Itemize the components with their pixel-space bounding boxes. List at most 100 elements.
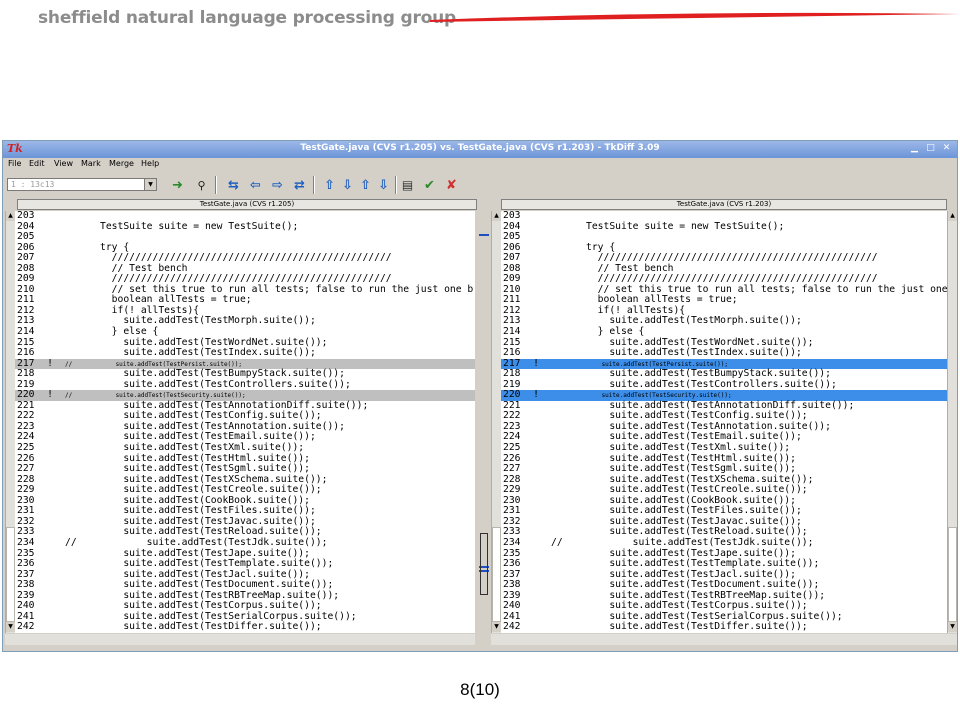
chevron-down-icon[interactable]: ▼	[144, 179, 156, 190]
code-text: suite.addTest(TestEmail.suite());	[551, 431, 802, 443]
code-text: suite.addTest(TestFiles.suite());	[551, 505, 802, 517]
right-code: 203 204 TestSuite suite = new TestSuite()…	[501, 211, 947, 633]
code-text: ////////////////////////////////////////…	[551, 252, 878, 264]
code-text: suite.addTest(TestHtml.suite());	[65, 452, 310, 464]
code-text: suite.addTest(TestDocument.suite());	[551, 579, 820, 591]
last-diff-icon[interactable]: ⇄	[291, 177, 308, 194]
maximize-icon[interactable]: □	[923, 142, 938, 155]
toolbar-separator	[313, 176, 315, 194]
accept-icon[interactable]: ✔	[421, 177, 438, 194]
scroll-thumb[interactable]	[6, 527, 15, 622]
toolbar: 1 : 13c13 ▼ ➜ ⚲ ⇆ ⇦ ⇨ ⇄ ⇧ ⇩ ⇧ ⇩ ▤ ✔ ✘	[3, 173, 957, 197]
left-code: 203 204 TestSuite suite = new TestSuite()…	[15, 211, 475, 633]
scroll-down-icon[interactable]: ▼	[948, 622, 957, 632]
scroll-up-icon[interactable]: ▲	[948, 211, 957, 221]
code-text: suite.addTest(TestTemplate.suite());	[551, 558, 820, 570]
code-line: 219 suite.addTest(TestControllers.suite(…	[501, 378, 947, 391]
code-text: } else {	[551, 326, 645, 338]
code-text: suite.addTest(TestControllers.suite());	[551, 378, 837, 390]
left-diff-pane[interactable]: 203 204 TestSuite suite = new TestSuite()…	[15, 211, 475, 633]
code-text: // set this true to run all tests; false…	[65, 283, 474, 295]
code-text: // suite.addTest(TestSecurity.suite());	[65, 392, 246, 400]
code-line: 242 suite.addTest(TestDiffer.suite());	[15, 622, 475, 633]
code-text: ////////////////////////////////////////…	[65, 273, 392, 285]
code-text: suite.addTest(TestSerialCorpus.suite());	[551, 610, 843, 622]
line-number: 225	[503, 442, 521, 454]
title-bar[interactable]: Tk TestGate.java (CVS r1.205) vs. TestGa…	[3, 141, 957, 158]
code-text: suite.addTest(TestWordNet.suite());	[551, 336, 814, 348]
center-diff-icon[interactable]: ⇆	[225, 177, 242, 194]
scroll-down-icon[interactable]: ▼	[492, 622, 501, 632]
line-number: 234	[503, 536, 521, 548]
next-diff-icon[interactable]: ⇨	[269, 177, 286, 194]
menu-merge[interactable]: Merge	[109, 159, 134, 168]
first-diff-icon[interactable]: ⇧	[321, 177, 338, 194]
code-text: suite.addTest(TestConfig.suite());	[551, 410, 808, 422]
scroll-up-icon[interactable]: ▲	[492, 211, 501, 221]
line-number: 214	[17, 326, 35, 338]
code-text: suite.addTest(TestPersist.suite());	[551, 360, 729, 368]
code-text: suite.addTest(TestCreole.suite());	[65, 484, 322, 496]
merge-down-icon[interactable]: ⇩	[339, 177, 356, 194]
code-text: suite.addTest(TestControllers.suite());	[65, 378, 351, 390]
line-number: 236	[503, 558, 521, 570]
code-text: suite.addTest(TestJape.suite());	[65, 547, 310, 559]
diff-map[interactable]	[477, 211, 491, 633]
menu-help[interactable]: Help	[141, 159, 159, 168]
code-line: 204 TestSuite suite = new TestSuite();	[501, 221, 947, 233]
merge-preview-icon[interactable]: ▤	[399, 177, 416, 194]
code-text: suite.addTest(TestReload.suite());	[551, 526, 808, 538]
code-text: // Test bench	[551, 262, 674, 274]
go-icon[interactable]: ➜	[169, 177, 186, 194]
merge-choose-down-icon[interactable]: ⇩	[375, 177, 392, 194]
code-text: suite.addTest(TestTemplate.suite());	[65, 558, 334, 570]
menu-view[interactable]: View	[54, 159, 73, 168]
code-text: try {	[551, 241, 616, 253]
line-number: 225	[17, 442, 35, 454]
code-text: suite.addTest(TestBumpyStack.suite());	[65, 368, 345, 380]
right-horizontal-scrollbar[interactable]	[491, 634, 957, 645]
code-text: suite.addTest(TestRBTreeMap.suite());	[551, 589, 826, 601]
scroll-down-icon[interactable]: ▼	[6, 622, 15, 632]
code-text: ////////////////////////////////////////…	[65, 252, 392, 264]
scroll-up-icon[interactable]: ▲	[6, 211, 15, 221]
close-icon[interactable]: ✕	[939, 142, 954, 155]
scroll-thumb[interactable]	[948, 527, 957, 622]
line-number: 242	[17, 621, 35, 633]
code-text: suite.addTest(TestXml.suite());	[551, 442, 791, 454]
merge-up-icon[interactable]: ⇧	[357, 177, 374, 194]
scroll-thumb[interactable]	[492, 527, 501, 622]
code-text: suite.addTest(TestJavac.suite());	[65, 515, 316, 527]
menu-mark[interactable]: Mark	[81, 159, 101, 168]
code-text: suite.addTest(TestReload.suite());	[65, 526, 322, 538]
menu-file[interactable]: File	[8, 159, 21, 168]
minimize-icon[interactable]: ▁	[907, 142, 922, 155]
diff-selector-combo[interactable]: 1 : 13c13 ▼	[7, 178, 157, 191]
code-text: suite.addTest(TestDiffer.suite());	[551, 621, 808, 633]
code-text: suite.addTest(TestFiles.suite());	[65, 505, 316, 517]
code-line: 242 suite.addTest(TestDiffer.suite());	[501, 622, 947, 633]
code-text: suite.addTest(TestCreole.suite());	[551, 484, 808, 496]
prev-diff-icon[interactable]: ⇦	[247, 177, 264, 194]
right-vertical-scrollbar[interactable]: ▲ ▼	[491, 211, 501, 633]
code-text: if(! allTests){	[65, 304, 200, 316]
code-text: } else {	[65, 326, 159, 338]
code-text: suite.addTest(CookBook.suite());	[551, 494, 796, 506]
code-text: // set this true to run all tests; false…	[551, 283, 947, 295]
far-right-scrollbar[interactable]: ▲ ▼	[947, 211, 957, 633]
code-text: suite.addTest(TestWordNet.suite());	[65, 336, 328, 348]
code-text: suite.addTest(TestXSchema.suite());	[551, 473, 814, 485]
left-horizontal-scrollbar[interactable]	[5, 634, 475, 645]
reject-icon[interactable]: ✘	[443, 177, 460, 194]
diff-map-viewport[interactable]	[480, 533, 488, 595]
code-text: suite.addTest(TestAnnotationDiff.suite()…	[551, 399, 855, 411]
code-text: suite.addTest(TestXml.suite());	[65, 442, 305, 454]
menu-edit[interactable]: Edit	[29, 159, 45, 168]
left-vertical-scrollbar[interactable]: ▲ ▼	[5, 211, 15, 633]
change-marker: !	[47, 389, 53, 401]
toolbar-separator	[395, 176, 397, 194]
right-diff-pane[interactable]: 203 204 TestSuite suite = new TestSuite()…	[501, 211, 947, 633]
find-icon[interactable]: ⚲	[193, 177, 210, 194]
change-marker: !	[533, 357, 539, 369]
code-text: suite.addTest(TestRBTreeMap.suite());	[65, 589, 340, 601]
